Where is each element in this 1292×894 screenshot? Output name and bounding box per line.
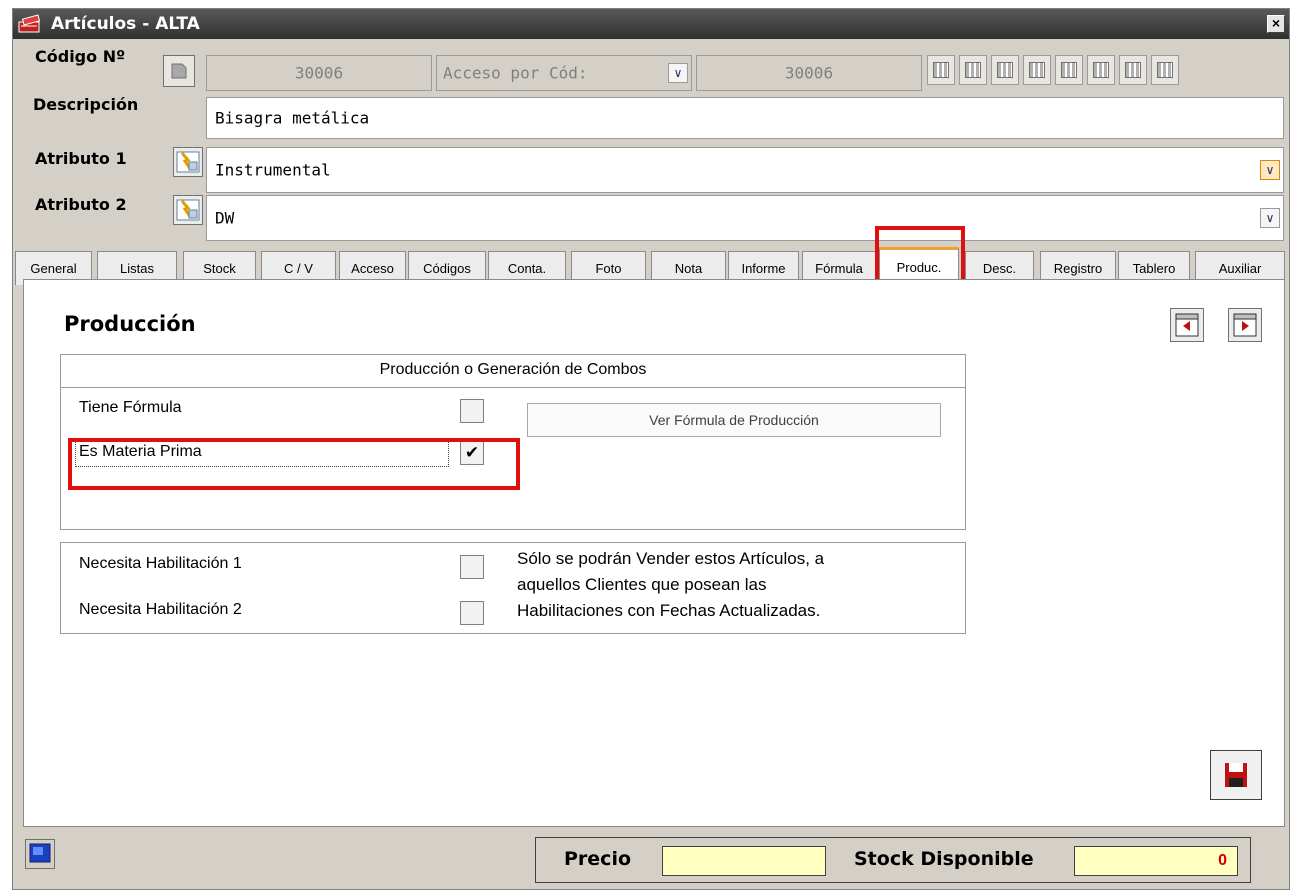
lightning-edit-icon (176, 151, 200, 173)
precio-label: Precio (564, 848, 632, 870)
window-title: Artículos - ALTA (51, 14, 200, 34)
nav-button-1[interactable] (927, 55, 955, 85)
hab2-checkbox[interactable] (460, 601, 484, 625)
hab-note-line-3: Habilitaciones con Fechas Actualizadas. (517, 601, 821, 620)
stock-label: Stock Disponible (854, 848, 1034, 870)
chevron-down-icon[interactable]: ∨ (1260, 160, 1280, 180)
acceso-select[interactable]: Acceso por Cód: ∨ (436, 55, 692, 91)
grid-icon (997, 62, 1013, 78)
materia-prima-highlight (68, 438, 520, 490)
floppy-disk-icon (1225, 763, 1247, 787)
nav-button-8[interactable] (1151, 55, 1179, 85)
atributo1-edit-button[interactable] (173, 147, 203, 177)
atributo2-label: Atributo 2 (35, 195, 127, 214)
chevron-down-icon[interactable]: ∨ (668, 63, 688, 83)
panel-title: Producción (64, 312, 196, 336)
chevron-down-icon[interactable]: ∨ (1260, 208, 1280, 228)
nav-button-7[interactable] (1119, 55, 1147, 85)
page-icon (171, 63, 187, 79)
monitor-icon (29, 843, 51, 863)
divider (61, 387, 965, 388)
nav-button-2[interactable] (959, 55, 987, 85)
grid-icon (1125, 62, 1141, 78)
status-bar: Precio Stock Disponible 0 (13, 829, 1289, 889)
next-record-button[interactable] (1228, 308, 1262, 342)
atributo2-select[interactable]: DW ∨ (206, 195, 1284, 241)
price-stock-box: Precio Stock Disponible 0 (535, 837, 1251, 883)
codigo-label: Código Nº (35, 47, 126, 66)
app-icon (18, 14, 41, 33)
lightning-edit-icon (176, 199, 200, 221)
prev-record-button[interactable] (1170, 308, 1204, 342)
precio-field (662, 846, 826, 876)
habilitacion-groupbox: Necesita Habilitación 1 Necesita Habilit… (60, 542, 966, 634)
atributo2-edit-button[interactable] (173, 195, 203, 225)
hab1-checkbox[interactable] (460, 555, 484, 579)
arrow-right-icon (1233, 313, 1257, 337)
screen-button[interactable] (25, 839, 55, 869)
grid-icon (1093, 62, 1109, 78)
atributo1-select[interactable]: Instrumental ∨ (206, 147, 1284, 193)
hab1-label: Necesita Habilitación 1 (79, 555, 242, 572)
codigo-lookup-button[interactable] (163, 55, 195, 87)
grid-icon (933, 62, 949, 78)
nav-button-6[interactable] (1087, 55, 1115, 85)
grid-icon (1029, 62, 1045, 78)
nav-button-5[interactable] (1055, 55, 1083, 85)
grid-icon (1061, 62, 1077, 78)
hab2-label: Necesita Habilitación 2 (79, 601, 242, 618)
atributo1-label: Atributo 1 (35, 149, 127, 168)
save-button[interactable] (1210, 750, 1262, 800)
stock-field: 0 (1074, 846, 1238, 876)
acceso-value-field[interactable]: 30006 (696, 55, 922, 91)
articulos-window: Artículos - ALTA × Código Nº 30006 Acces… (12, 8, 1290, 890)
hab-note-line-2: aquellos Clientes que posean las (517, 575, 767, 594)
grid-icon (1157, 62, 1173, 78)
descripcion-input[interactable]: Bisagra metálica (206, 97, 1284, 139)
produccion-panel: Producción Producción o Generación de Co… (23, 279, 1285, 827)
grid-icon (965, 62, 981, 78)
tiene-formula-checkbox[interactable] (460, 399, 484, 423)
nav-button-3[interactable] (991, 55, 1019, 85)
group-title: Producción o Generación de Combos (379, 361, 647, 378)
codigo-field[interactable]: 30006 (206, 55, 432, 91)
title-bar: Artículos - ALTA × (13, 9, 1289, 39)
descripcion-label: Descripción (33, 95, 139, 114)
arrow-left-icon (1175, 313, 1199, 337)
close-button[interactable]: × (1267, 15, 1285, 33)
nav-button-4[interactable] (1023, 55, 1051, 85)
hab-note-line-1: Sólo se podrán Vender estos Artículos, a (517, 549, 825, 568)
ver-formula-button[interactable]: Ver Fórmula de Producción (527, 403, 941, 437)
tiene-formula-label: Tiene Fórmula (79, 399, 182, 416)
